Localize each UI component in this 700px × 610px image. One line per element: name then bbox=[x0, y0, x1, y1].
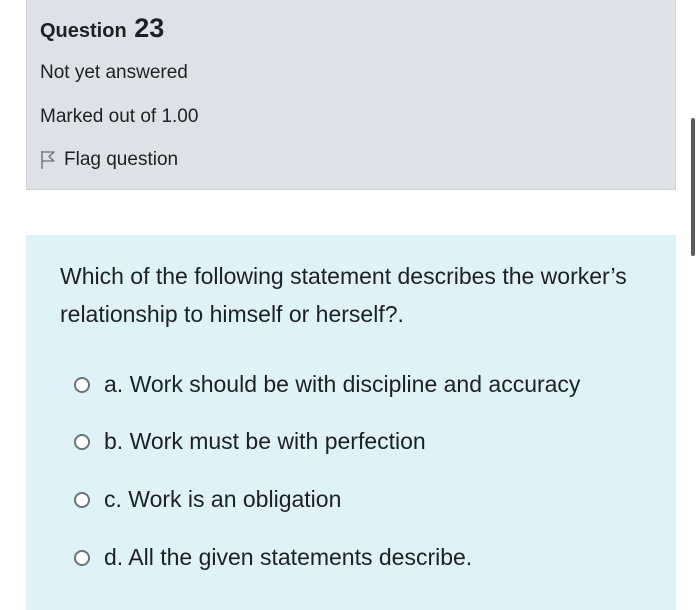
question-info-panel: Question 23 Not yet answered Marked out … bbox=[26, 0, 676, 190]
question-number: 23 bbox=[134, 13, 165, 43]
answer-option-b[interactable]: b. Work must be with perfection bbox=[74, 428, 426, 455]
question-grade: Marked out of 1.00 bbox=[40, 106, 199, 127]
answer-radio-a[interactable] bbox=[74, 376, 90, 393]
answer-radio-d[interactable] bbox=[74, 549, 90, 566]
answer-label-d: d. All the given statements describe. bbox=[104, 544, 473, 570]
flag-icon bbox=[40, 150, 56, 170]
answer-option-a[interactable]: a. Work should be with discipline and ac… bbox=[74, 371, 580, 398]
answer-option-c[interactable]: c. Work is an obligation bbox=[74, 486, 341, 513]
scrollbar-thumb[interactable] bbox=[691, 118, 695, 256]
answer-label-c: c. Work is an obligation bbox=[104, 486, 342, 512]
question-title-prefix: Question bbox=[40, 20, 127, 42]
answer-label-a: a. Work should be with discipline and ac… bbox=[104, 371, 581, 397]
answer-radio-b[interactable] bbox=[74, 433, 90, 450]
flag-question-label: Flag question bbox=[64, 149, 179, 170]
answer-label-b: b. Work must be with perfection bbox=[104, 428, 426, 454]
question-title: Question 23 bbox=[40, 13, 164, 44]
answer-radio-c[interactable] bbox=[74, 491, 90, 508]
question-text: Which of the following statement describ… bbox=[60, 263, 627, 327]
question-content-panel: Which of the following statement describ… bbox=[26, 235, 676, 610]
flag-question-button[interactable]: Flag question bbox=[40, 149, 178, 171]
answer-option-d[interactable]: d. All the given statements describe. bbox=[74, 544, 472, 571]
question-state: Not yet answered bbox=[40, 62, 188, 83]
